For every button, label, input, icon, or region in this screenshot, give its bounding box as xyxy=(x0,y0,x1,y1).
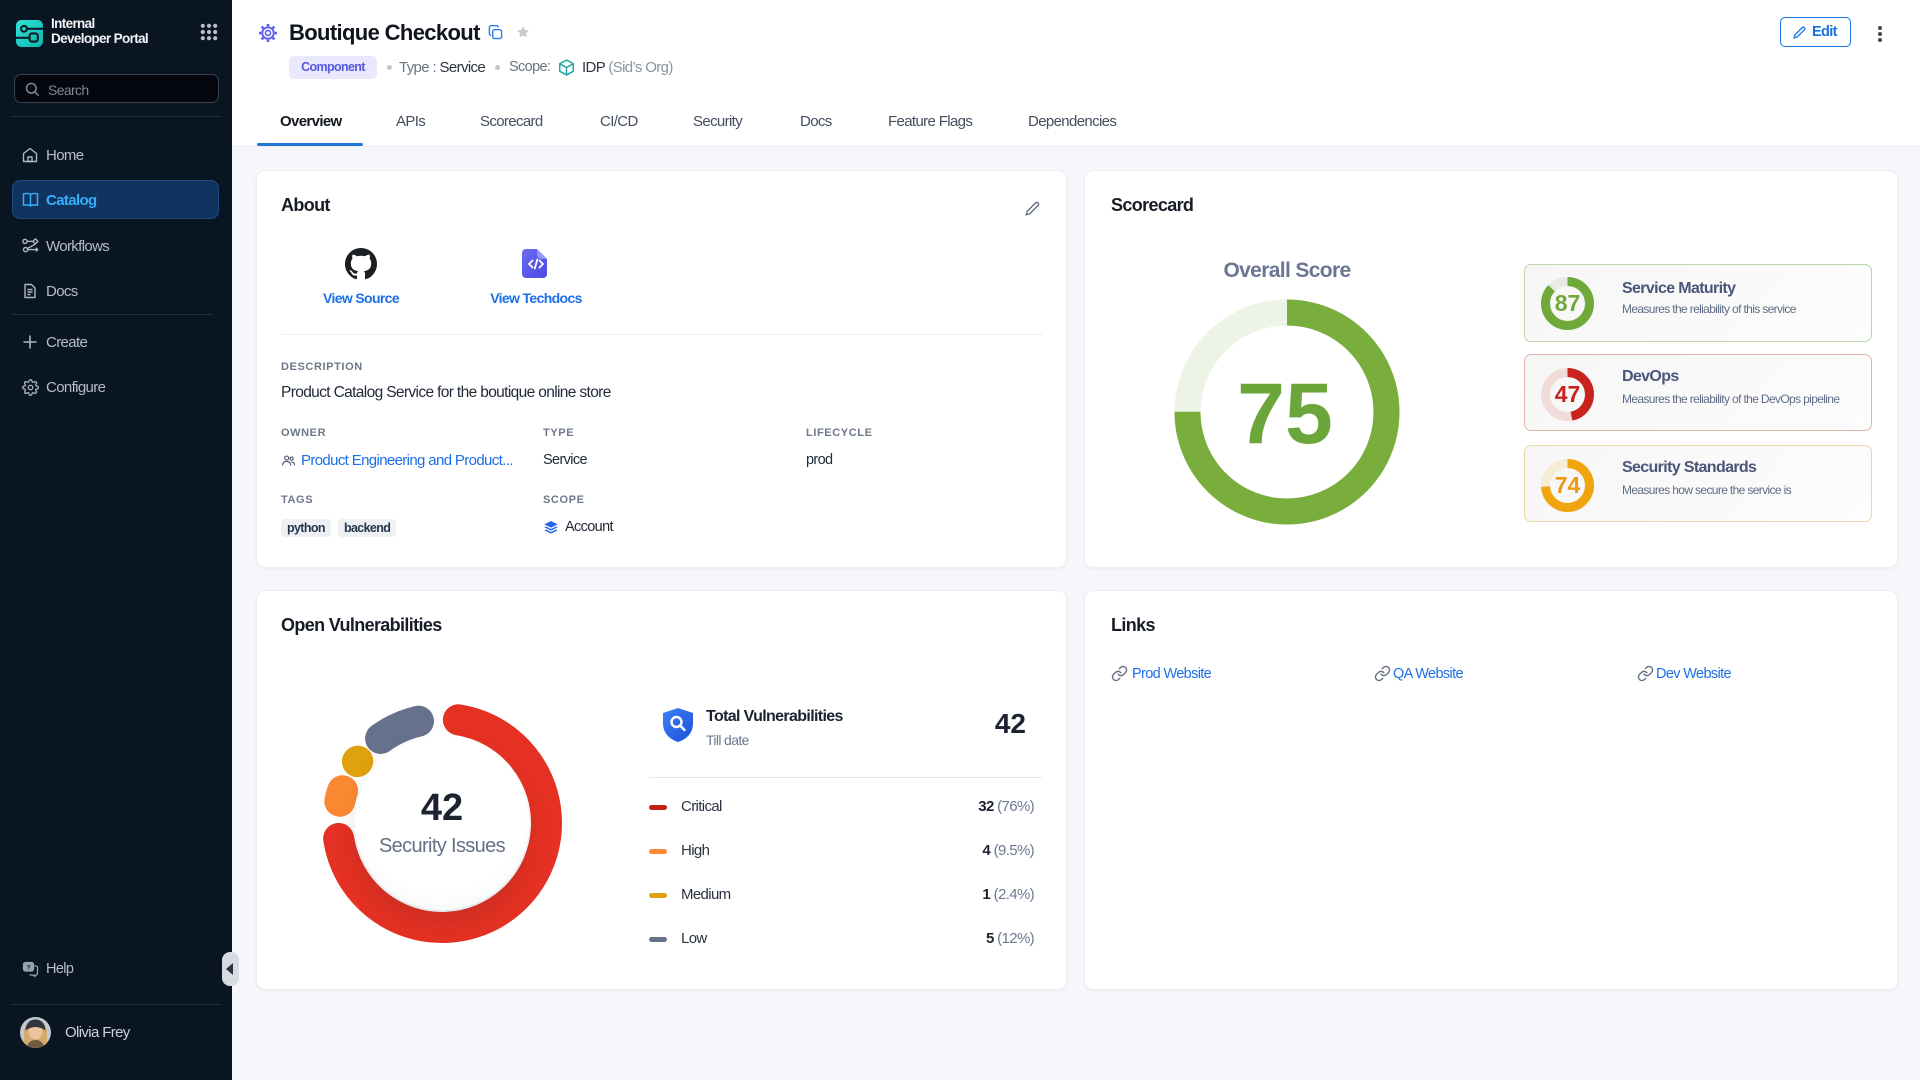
svg-text:74: 74 xyxy=(1555,472,1581,498)
svg-text:75: 75 xyxy=(1237,366,1333,462)
svg-text:47: 47 xyxy=(1555,381,1581,407)
svg-text:87: 87 xyxy=(1555,290,1581,316)
